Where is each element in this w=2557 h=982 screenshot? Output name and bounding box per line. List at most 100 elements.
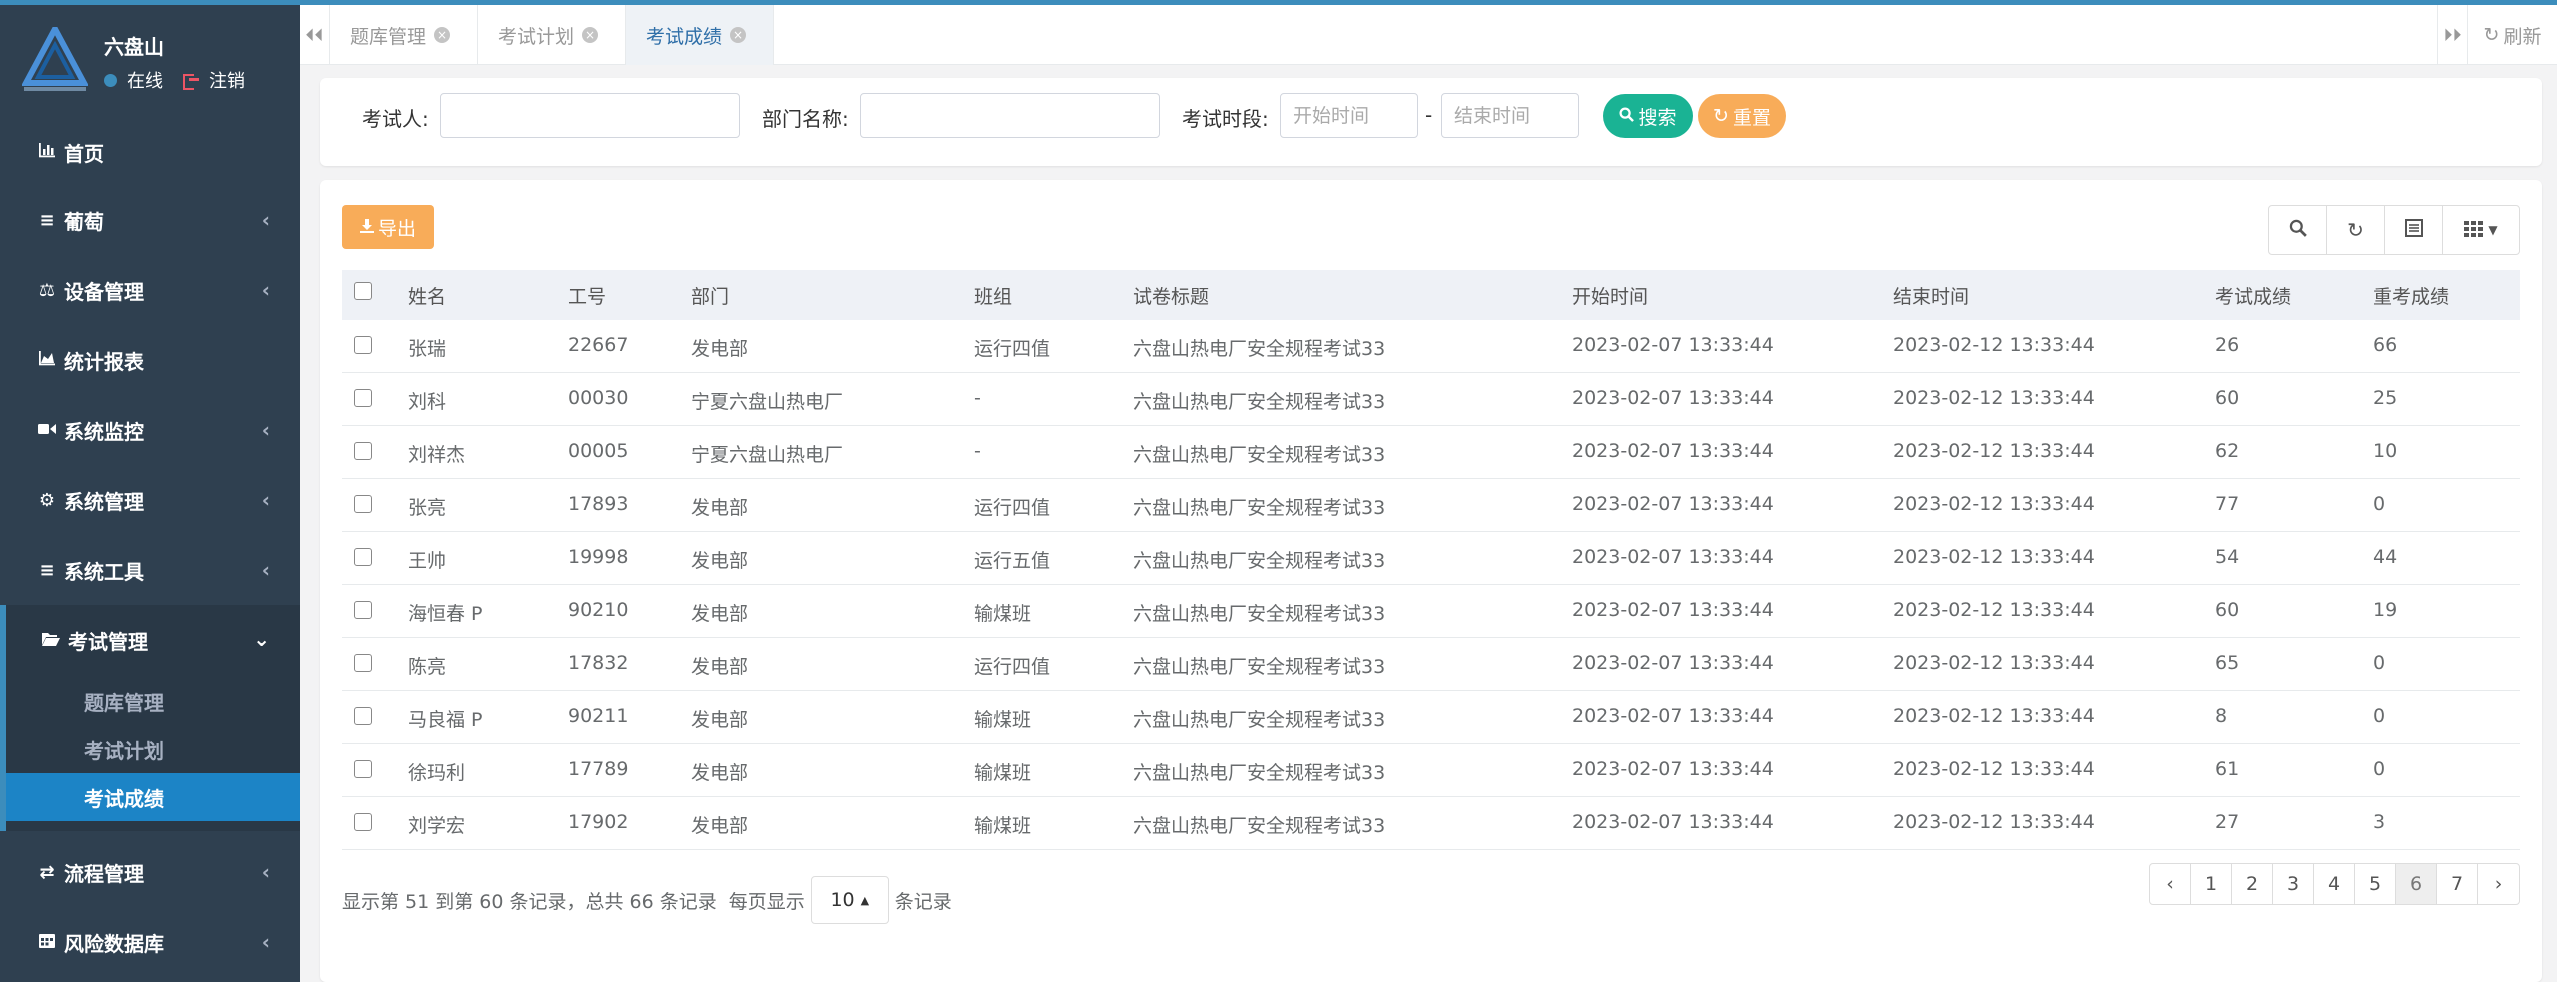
download-icon [359, 216, 374, 238]
logout-icon[interactable] [183, 73, 199, 90]
row-checkbox[interactable] [354, 336, 372, 354]
table-row[interactable]: 海恒春 P 90210 发电部 输煤班 六盘山热电厂安全规程考试33 2023-02-07… [342, 585, 2520, 638]
column-header-score[interactable]: 考试成绩 [2215, 282, 2291, 309]
table-row[interactable]: 马良福 P 90211 发电部 输煤班 六盘山热电厂安全规程考试33 2023-02-07… [342, 691, 2520, 744]
submenu-question-bank[interactable]: 题库管理 [6, 677, 300, 725]
column-header-start[interactable]: 开始时间 [1572, 282, 1648, 309]
start-time-input[interactable] [1280, 93, 1418, 138]
row-checkbox[interactable] [354, 389, 372, 407]
search-icon [1619, 105, 1635, 127]
sidebar-item-monitor[interactable]: 系统监控 ‹ [0, 396, 300, 464]
cell-end: 2023-02-12 13:33:44 [1893, 758, 2095, 780]
close-icon[interactable]: × [434, 27, 451, 43]
end-time-input[interactable] [1441, 93, 1579, 138]
row-checkbox[interactable] [354, 495, 372, 513]
page-button[interactable]: 4 [2314, 864, 2355, 904]
examinee-input[interactable] [440, 93, 740, 138]
tab-exam-plan[interactable]: 考试计划 × [478, 5, 626, 65]
table-row[interactable]: 刘科 00030 宁夏六盘山热电厂 - 六盘山热电厂安全规程考试33 2023-02-07… [342, 373, 2520, 426]
tabs-scroll-right-button[interactable]: ⏵⏵ [2437, 5, 2467, 65]
period-dash: - [1425, 103, 1433, 127]
sidebar-item-reports[interactable]: 统计报表 [0, 326, 300, 394]
tabs-scroll-left-button[interactable]: ⏴⏴ [300, 5, 330, 65]
row-checkbox[interactable] [354, 760, 372, 778]
cell-id: 17789 [568, 758, 629, 780]
row-checkbox[interactable] [354, 654, 372, 672]
cell-retake: 25 [2373, 387, 2398, 409]
cell-team: - [974, 387, 981, 409]
sidebar-item-equipment[interactable]: ⚖ 设备管理 ‹ [0, 256, 300, 324]
column-header-paper[interactable]: 试卷标题 [1133, 282, 1209, 309]
column-header-name[interactable]: 姓名 [408, 282, 446, 309]
sidebar-item-grape[interactable]: ≡ 葡萄 ‹ [0, 186, 300, 254]
list-icon: ≡ [39, 209, 55, 231]
tab-label: 题库管理 [350, 25, 427, 48]
columns-dropdown-button[interactable]: ▼ [2443, 206, 2519, 254]
column-header-end[interactable]: 结束时间 [1893, 282, 1969, 309]
exchange-icon: ⇄ [39, 861, 55, 883]
sidebar-item-risk-db[interactable]: 风险数据库 ‹ [0, 908, 300, 976]
row-checkbox[interactable] [354, 601, 372, 619]
reset-button[interactable]: ↻ 重置 [1698, 94, 1786, 138]
logout-link[interactable]: 注销 [209, 67, 245, 93]
table-row[interactable]: 刘祥杰 00005 宁夏六盘山热电厂 - 六盘山热电厂安全规程考试33 2023-02-0… [342, 426, 2520, 479]
table-row[interactable]: 徐玛利 17789 发电部 输煤班 六盘山热电厂安全规程考试33 2023-02-07 1… [342, 744, 2520, 797]
cell-id: 22667 [568, 334, 629, 356]
sidebar-item-system[interactable]: ⚙ 系统管理 ‹ [0, 466, 300, 534]
tab-label: 考试计划 [498, 25, 575, 48]
row-checkbox[interactable] [354, 548, 372, 566]
list-icon: ≡ [39, 559, 55, 581]
close-icon[interactable]: × [730, 27, 747, 43]
submenu-exam-plan[interactable]: 考试计划 [6, 725, 300, 773]
sidebar-item-tools[interactable]: ≡ 系统工具 ‹ [0, 536, 300, 604]
table-row[interactable]: 王帅 19998 发电部 运行五值 六盘山热电厂安全规程考试33 2023-02-07 1… [342, 532, 2520, 585]
cell-team: - [974, 440, 981, 462]
table-row[interactable]: 陈亮 17832 发电部 运行四值 六盘山热电厂安全规程考试33 2023-02-07 1… [342, 638, 2520, 691]
prev-page-button[interactable]: ‹ [2150, 864, 2191, 904]
table-row[interactable]: 刘学宏 17902 发电部 输煤班 六盘山热电厂安全规程考试33 2023-02-07 1… [342, 797, 2520, 850]
pager-summary: 显示第 51 到第 60 条记录，总共 66 条记录 每页显示 10 ▲ 条记录 [342, 876, 952, 924]
page-button[interactable]: 2 [2232, 864, 2273, 904]
cell-paper: 六盘山热电厂安全规程考试33 [1133, 338, 1386, 360]
page-size-select[interactable]: 10 ▲ [810, 876, 889, 924]
page-button[interactable]: 1 [2191, 864, 2232, 904]
sidebar: 六盘山 在线 注销 首页 ≡ 葡萄 ‹ ⚖ 设备管理 ‹ 统计报表 系统监控 ‹… [0, 0, 300, 982]
table-row[interactable]: 张亮 17893 发电部 运行四值 六盘山热电厂安全规程考试33 2023-02-07 1… [342, 479, 2520, 532]
select-all-checkbox[interactable] [354, 282, 372, 300]
column-header-id[interactable]: 工号 [568, 282, 606, 309]
column-header-dept[interactable]: 部门 [691, 282, 729, 309]
tab-question-bank[interactable]: 题库管理 × [330, 5, 478, 65]
export-button[interactable]: 导出 [342, 205, 434, 249]
dept-input[interactable] [860, 93, 1160, 138]
toggle-search-button[interactable] [2269, 206, 2327, 254]
column-header-team[interactable]: 班组 [974, 282, 1012, 309]
page-button[interactable]: 5 [2355, 864, 2396, 904]
pagination: ‹ 1 2 3 4 5 6 7 › [2149, 863, 2520, 905]
examinee-label: 考试人: [362, 107, 429, 131]
toggle-view-button[interactable] [2385, 206, 2443, 254]
table-row[interactable]: 张瑞 22667 发电部 运行四值 六盘山热电厂安全规程考试33 2023-02-07 1… [342, 320, 2520, 373]
refresh-button[interactable]: ↻ 刷新 [2467, 5, 2557, 65]
page-button[interactable]: 6 [2396, 864, 2437, 904]
cell-name: 王帅 [408, 550, 447, 572]
page-button[interactable]: 3 [2273, 864, 2314, 904]
close-icon[interactable]: × [582, 27, 599, 43]
row-checkbox[interactable] [354, 442, 372, 460]
row-checkbox[interactable] [354, 707, 372, 725]
cell-name: 马良福 P [408, 709, 483, 731]
refresh-table-button[interactable]: ↻ [2327, 206, 2385, 254]
sidebar-item-process[interactable]: ⇄ 流程管理 ‹ [0, 838, 300, 906]
row-checkbox[interactable] [354, 813, 372, 831]
column-header-retake[interactable]: 重考成绩 [2373, 282, 2449, 309]
page-button[interactable]: 7 [2437, 864, 2478, 904]
cell-score: 60 [2215, 387, 2240, 409]
tab-exam-results[interactable]: 考试成绩 × [626, 5, 774, 65]
sidebar-item-label: 首页 [64, 141, 104, 166]
next-page-button[interactable]: › [2478, 864, 2519, 904]
sidebar-item-home[interactable]: 首页 [0, 118, 300, 186]
cell-retake: 3 [2373, 811, 2386, 833]
cell-name: 刘学宏 [408, 815, 466, 837]
sidebar-item-exam[interactable]: 考试管理 ⌄ [0, 605, 300, 675]
submenu-exam-results[interactable]: 考试成绩 [6, 773, 300, 821]
search-button[interactable]: 搜索 [1603, 94, 1693, 138]
